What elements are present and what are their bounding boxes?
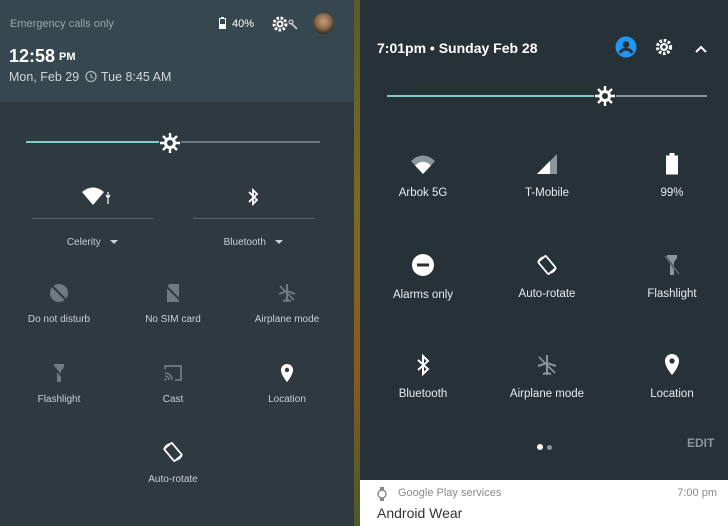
notification-title: Android Wear xyxy=(377,505,463,521)
chevron-up-icon[interactable] xyxy=(695,41,707,59)
status-text: Emergency calls only xyxy=(10,18,114,30)
watch-icon xyxy=(377,487,387,506)
edit-button[interactable]: EDIT xyxy=(687,436,714,450)
tile-auto-rotate[interactable]: Auto-rotate xyxy=(123,440,223,485)
tile-label: T-Mobile xyxy=(524,187,570,199)
alarms-only-icon xyxy=(411,253,435,277)
tile-label: Cast xyxy=(162,394,184,405)
flashlight-icon xyxy=(48,362,70,384)
battery-icon xyxy=(219,16,226,34)
brightness-fill xyxy=(26,141,171,143)
battery-percent: 40% xyxy=(232,18,255,30)
notification-time: 7:00 pm xyxy=(677,487,717,499)
page-indicator[interactable] xyxy=(535,437,554,455)
tile-flashlight[interactable]: Flashlight xyxy=(9,362,109,405)
tile-label: 99% xyxy=(660,187,684,199)
tile-label: Flashlight xyxy=(37,394,81,405)
brightness-icon[interactable] xyxy=(593,84,617,113)
airplane-icon xyxy=(276,282,298,304)
chevron-down-icon xyxy=(270,232,284,249)
tile-cellular[interactable]: T-Mobile xyxy=(497,153,597,199)
tile-cast[interactable]: Cast xyxy=(123,362,223,405)
alarm-text: Tue 8:45 AM xyxy=(101,70,172,84)
signal-icon xyxy=(536,153,558,175)
settings-icon[interactable] xyxy=(654,37,674,62)
brightness-fill xyxy=(387,95,605,97)
tile-airplane[interactable]: Airplane mode xyxy=(237,282,337,325)
tile-label: Bluetooth xyxy=(398,388,448,400)
battery-icon xyxy=(665,153,679,175)
alarm-icon xyxy=(84,69,98,88)
tile-label: Auto-rotate xyxy=(148,474,198,485)
airplane-icon xyxy=(535,353,559,377)
bluetooth-dropdown[interactable]: Bluetooth xyxy=(193,232,315,250)
tile-label: Arbok 5G xyxy=(398,187,448,199)
tile-label: Do not disturb xyxy=(27,314,91,325)
no-sim-icon xyxy=(162,282,184,304)
brightness-track xyxy=(604,95,707,97)
location-icon xyxy=(661,353,683,377)
wifi-dropdown[interactable]: Celerity xyxy=(32,232,154,250)
wifi-divider xyxy=(32,218,154,219)
tile-label: No SIM card xyxy=(145,314,201,325)
tile-flashlight[interactable]: Flashlight xyxy=(622,253,722,300)
avatar[interactable] xyxy=(313,13,334,34)
date-text: Mon, Feb 29 xyxy=(9,70,80,84)
page-dot-active xyxy=(537,444,543,450)
tile-airplane[interactable]: Airplane mode xyxy=(497,353,597,400)
tile-label: Alarms only xyxy=(392,289,454,301)
tile-do-not-disturb[interactable]: Do not disturb xyxy=(9,282,109,325)
tile-bluetooth[interactable]: Bluetooth xyxy=(373,353,473,400)
settings-icon[interactable] xyxy=(270,14,300,39)
auto-rotate-icon xyxy=(161,440,185,464)
tile-location[interactable]: Location xyxy=(622,353,722,400)
tile-wifi[interactable]: Arbok 5G xyxy=(373,153,473,199)
auto-rotate-icon xyxy=(535,253,559,277)
tile-no-sim[interactable]: No SIM card xyxy=(123,282,223,325)
tile-alarms-only[interactable]: Alarms only xyxy=(373,253,473,301)
clock-ampm: PM xyxy=(59,51,76,63)
do-not-disturb-icon xyxy=(48,282,70,304)
clock-time: 12:58 xyxy=(9,46,56,66)
bluetooth-label: Bluetooth xyxy=(223,237,266,248)
tile-label: Location xyxy=(268,394,306,405)
bluetooth-icon[interactable] xyxy=(246,187,260,212)
flashlight-icon xyxy=(661,253,683,277)
wifi-icon xyxy=(410,153,436,175)
wifi-icon[interactable] xyxy=(81,186,113,211)
page-dot xyxy=(547,445,552,450)
bluetooth-icon xyxy=(416,353,430,377)
left-notification-header: Emergency calls only 40% 12:58 PM Mon, F… xyxy=(0,0,354,102)
brightness-icon[interactable] xyxy=(158,131,182,160)
tile-battery[interactable]: 99% xyxy=(622,153,722,199)
tile-label: Location xyxy=(650,388,694,400)
left-quick-settings-panel: Emergency calls only 40% 12:58 PM Mon, F… xyxy=(0,0,354,526)
tile-label: Airplane mode xyxy=(254,314,320,325)
tile-label: Flashlight xyxy=(647,288,697,300)
right-quick-settings-panel: 7:01pm • Sunday Feb 28 Arbok 5G T-Mobile… xyxy=(360,0,728,526)
header-datetime: 7:01pm • Sunday Feb 28 xyxy=(377,40,538,56)
account-icon[interactable] xyxy=(615,36,637,63)
cast-icon xyxy=(162,362,184,384)
tile-label: Auto-rotate xyxy=(518,288,576,300)
notification-card[interactable]: Google Play services 7:00 pm Android Wea… xyxy=(360,480,728,526)
bluetooth-divider xyxy=(193,218,315,219)
wifi-label: Celerity xyxy=(66,237,101,248)
location-icon xyxy=(276,362,298,384)
tile-location[interactable]: Location xyxy=(237,362,337,405)
chevron-down-icon xyxy=(105,232,119,249)
notification-app: Google Play services xyxy=(398,487,502,499)
tile-auto-rotate[interactable]: Auto-rotate xyxy=(497,253,597,300)
brightness-track xyxy=(170,141,320,143)
tile-label: Airplane mode xyxy=(509,388,585,400)
